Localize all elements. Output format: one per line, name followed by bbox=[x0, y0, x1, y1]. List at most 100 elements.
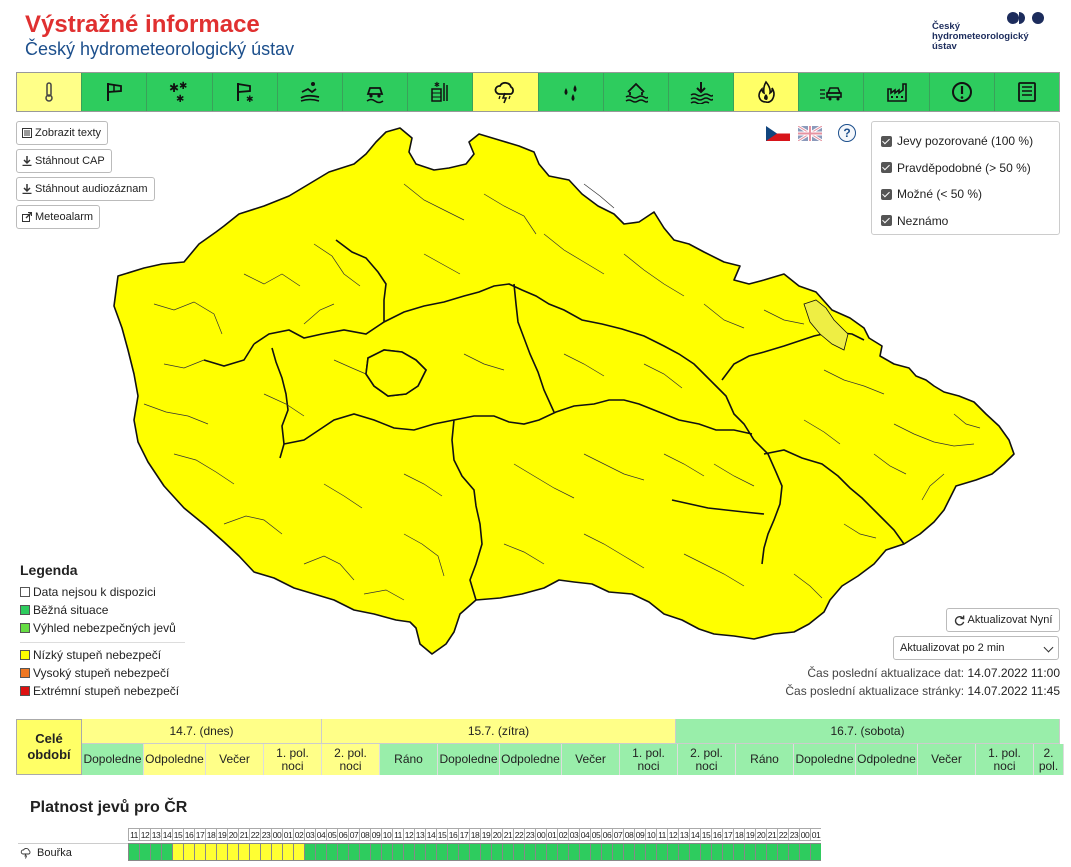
update-now-button[interactable]: Aktualizovat Nyní bbox=[946, 608, 1060, 632]
slippery-road-icon bbox=[366, 87, 384, 104]
hour-level-cell bbox=[689, 843, 700, 861]
hour-level-cell bbox=[381, 843, 392, 861]
tab-frost[interactable]: ✱ bbox=[408, 73, 474, 111]
legend-swatch bbox=[20, 587, 30, 597]
water-level-icon bbox=[690, 82, 713, 104]
hour-label: 01 bbox=[810, 828, 821, 841]
tab-smog[interactable] bbox=[864, 73, 930, 111]
tab-water-level[interactable] bbox=[668, 73, 735, 111]
day-part-button[interactable]: Ráno bbox=[380, 744, 438, 775]
day-part-button[interactable]: Odpoledne bbox=[144, 744, 206, 775]
hour-header: 11 12 13 14 15 16 17 18 19 20 21 22 23 00 01 02 03 04 05 06… bbox=[128, 828, 821, 841]
warning-map[interactable] bbox=[104, 124, 1022, 664]
hour-label: 01 bbox=[546, 828, 557, 841]
hour-level-cell bbox=[678, 843, 689, 861]
day-part-button[interactable]: Dopoledne bbox=[794, 744, 856, 775]
hour-label: 16 bbox=[447, 828, 458, 841]
hour-level-cell bbox=[183, 843, 194, 861]
snowflakes-icon: ✱ ✱✱ bbox=[169, 81, 187, 104]
meteoalarm-button[interactable]: Meteoalarm bbox=[16, 205, 101, 229]
tab-fog[interactable] bbox=[799, 73, 865, 111]
hour-level-cell bbox=[403, 843, 414, 861]
update-interval-select[interactable]: Aktualizovat po 2 min bbox=[893, 636, 1059, 660]
tab-slippery-road[interactable] bbox=[342, 73, 409, 111]
exclamation-icon bbox=[951, 82, 972, 102]
legend-label: Nízký stupeň nebezpečí bbox=[33, 648, 162, 662]
day-part-button[interactable]: 1. pol. noci bbox=[620, 744, 678, 775]
legend-swatch bbox=[20, 605, 30, 615]
hour-label: 03 bbox=[568, 828, 579, 841]
chevron-down-icon bbox=[1043, 642, 1054, 653]
day-header[interactable]: 14.7. (dnes) bbox=[82, 719, 322, 744]
snow-drift-icon bbox=[300, 82, 320, 102]
fog-car-icon bbox=[820, 87, 843, 101]
country-region-map[interactable] bbox=[113, 127, 1015, 655]
data-update-label: Čas poslední aktualizace dat: bbox=[807, 666, 965, 680]
list-icon bbox=[22, 128, 32, 138]
day-part-button[interactable]: 2. pol. bbox=[1034, 744, 1064, 775]
frost-icon: ✱ bbox=[431, 81, 448, 102]
smog-factory-icon bbox=[886, 83, 907, 102]
refresh-icon bbox=[954, 614, 964, 626]
hour-level-cell bbox=[128, 843, 139, 861]
show-texts-button[interactable]: Zobrazit texty bbox=[16, 121, 109, 145]
hour-label: 10 bbox=[645, 828, 656, 841]
page-update-line: Čas poslední aktualizace stránky: 14.07.… bbox=[785, 682, 1060, 700]
day-part-button[interactable]: Ráno bbox=[736, 744, 794, 775]
legend-title: Legenda bbox=[20, 562, 78, 578]
day-part-button[interactable]: 1. pol. noci bbox=[264, 744, 322, 775]
tab-thunderstorm[interactable] bbox=[473, 73, 539, 111]
tab-snow[interactable]: ✱ ✱ ✱ bbox=[147, 73, 213, 111]
day-part-button[interactable]: Dopoledne bbox=[438, 744, 500, 775]
page-subtitle: Český hydrometeorologický ústav bbox=[25, 39, 295, 59]
day-part-button[interactable]: 1. pol. noci bbox=[976, 744, 1034, 775]
hour-level-cell bbox=[755, 843, 766, 861]
tab-temperature[interactable] bbox=[17, 73, 83, 111]
day-part-button[interactable]: Odpoledne bbox=[856, 744, 918, 775]
whole-period-button[interactable]: Celé období bbox=[16, 719, 82, 775]
hour-label: 06 bbox=[337, 828, 348, 841]
day-part-button[interactable]: Večer bbox=[918, 744, 976, 775]
tab-fire[interactable] bbox=[734, 73, 800, 111]
tab-snow-drift[interactable] bbox=[277, 73, 343, 111]
day-part-button[interactable]: 2. pol. noci bbox=[322, 744, 380, 775]
svg-text:✱: ✱ bbox=[246, 95, 254, 104]
day-part-button[interactable]: Večer bbox=[206, 744, 264, 775]
svg-text:✱: ✱ bbox=[176, 94, 184, 104]
tab-wind-snow[interactable]: ✱ bbox=[212, 73, 278, 111]
day-part-button[interactable]: 2. pol. noci bbox=[678, 744, 736, 775]
day-header[interactable]: 15.7. (zítra) bbox=[322, 719, 676, 744]
legend-item: Extrémní stupeň nebezpečí bbox=[20, 682, 185, 700]
wind-flag-icon bbox=[107, 82, 123, 101]
day-part-button[interactable]: Odpoledne bbox=[500, 744, 562, 775]
chmu-logo[interactable]: Český hydrometeorologický ústav bbox=[932, 10, 1052, 60]
tab-text-report[interactable] bbox=[994, 73, 1059, 111]
hour-level-cell bbox=[711, 843, 722, 861]
tab-flood[interactable] bbox=[603, 73, 669, 111]
hour-label: 16 bbox=[711, 828, 722, 841]
hour-level-cell bbox=[601, 843, 612, 861]
download-cap-button[interactable]: Stáhnout CAP bbox=[16, 149, 112, 173]
hour-level-cell bbox=[557, 843, 568, 861]
day-header[interactable]: 16.7. (sobota) bbox=[676, 719, 1060, 744]
hour-level-cell bbox=[788, 843, 799, 861]
tab-other-warnings[interactable] bbox=[929, 73, 995, 111]
hour-label: 19 bbox=[480, 828, 491, 841]
hour-level-cell bbox=[777, 843, 788, 861]
hour-label: 10 bbox=[381, 828, 392, 841]
hour-level-cell bbox=[535, 843, 546, 861]
hour-label: 09 bbox=[634, 828, 645, 841]
phenomenon-row-label[interactable]: Bouřka bbox=[18, 843, 128, 861]
hour-level-cell bbox=[502, 843, 513, 861]
hour-level-cell bbox=[733, 843, 744, 861]
tab-rain[interactable] bbox=[538, 73, 604, 111]
tab-wind[interactable] bbox=[82, 73, 148, 111]
document-icon bbox=[1018, 82, 1036, 102]
legend-divider bbox=[20, 637, 185, 643]
day-part-button[interactable]: Dopoledne bbox=[82, 744, 144, 775]
hour-level-cell bbox=[579, 843, 590, 861]
hour-level-cell bbox=[810, 843, 821, 861]
hour-level-cell bbox=[744, 843, 755, 861]
hour-label: 05 bbox=[590, 828, 601, 841]
day-part-button[interactable]: Večer bbox=[562, 744, 620, 775]
